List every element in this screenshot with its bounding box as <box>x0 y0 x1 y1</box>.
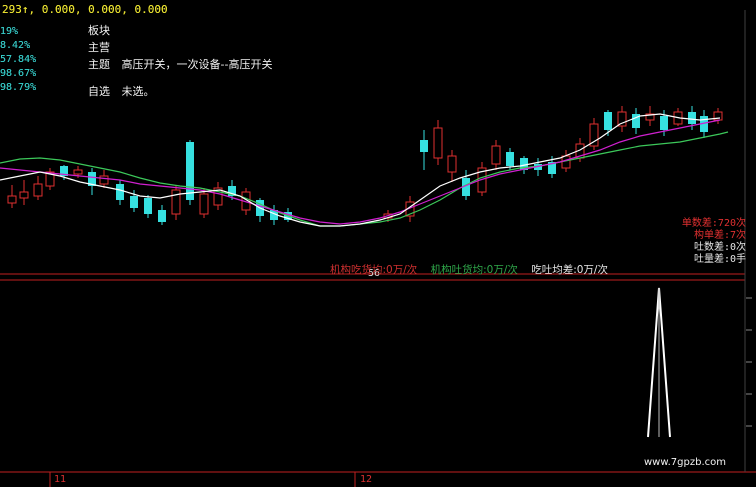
left-percentage-column: 19% 8.42% 57.84% 98.67% 98.79% <box>0 26 60 96</box>
pct-value: 98.79% <box>0 82 37 93</box>
info-value: 未选。 <box>121 85 155 98</box>
candle-body <box>33 183 43 197</box>
candle-body <box>73 169 83 175</box>
candle-body <box>506 152 514 166</box>
axis-label: 11 <box>54 474 67 485</box>
info-row-sector: 板块 <box>88 22 280 39</box>
info-value: 高压开关，一次设备--高压开关 <box>121 58 273 71</box>
candle-body <box>561 155 571 169</box>
stat-line: 吐量差:0手 <box>693 254 746 265</box>
time-axis: 11 12 <box>0 472 756 487</box>
candle-body <box>99 175 109 185</box>
axis-label: 12 <box>360 474 373 485</box>
candle-body <box>19 191 29 199</box>
pct-value: 19% <box>0 26 19 37</box>
candle-body <box>420 140 428 152</box>
info-row-theme: 主题 高压开关，一次设备--高压开关 <box>88 56 280 73</box>
candle-body <box>7 195 17 204</box>
candle-body <box>199 193 209 215</box>
order-stats-panel: 单数差:720次 构单差:7次 吐数差:0次 吐量差:0手 <box>682 218 746 266</box>
indicator-labels: 机构吃货均:0万/次 机构吐货均:0万/次 吃吐均差:0万/次 <box>330 262 618 277</box>
quote-summary-text: 293↑, 0.000, 0.000, 0.000 <box>2 3 168 16</box>
candle-body <box>186 142 194 200</box>
pct-value: 57.84% <box>0 54 37 65</box>
candle-body <box>130 196 138 208</box>
pct-value: 8.42% <box>0 40 31 51</box>
info-label: 主营 <box>88 41 110 54</box>
stat-line: 构单差:7次 <box>693 230 746 241</box>
candle-body <box>491 145 501 165</box>
indicator-label-diff: 吃吐均差:0万/次 <box>531 264 608 276</box>
right-axis-ticks <box>746 297 752 427</box>
stock-info-panel: 板块 主营 主题 高压开关，一次设备--高压开关 自选 未选。 <box>88 22 280 100</box>
indicator-label-buy: 机构吃货均:0万/次 <box>330 264 418 276</box>
pct-value: 98.67% <box>0 68 37 79</box>
info-label: 主题 <box>88 58 110 71</box>
candle-body <box>171 189 181 215</box>
candlestick-series <box>7 106 723 225</box>
info-label: 自选 <box>88 85 110 98</box>
stat-line: 吐数差:0次 <box>693 242 746 253</box>
info-row-watchlist: 自选 未选。 <box>88 83 280 100</box>
candle-body <box>660 116 668 130</box>
candle-body <box>604 112 612 130</box>
stat-line: 单数差:720次 <box>681 218 746 229</box>
candle-body <box>447 155 457 173</box>
indicator-label-sell: 机构吐货均:0万/次 <box>430 264 518 276</box>
candle-body <box>433 127 443 159</box>
candle-body <box>116 184 124 200</box>
info-row-business: 主营 <box>88 39 280 56</box>
candle-body <box>144 198 152 214</box>
info-label: 板块 <box>88 24 110 37</box>
candle-body <box>688 112 696 124</box>
moving-average-line-magenta <box>0 119 721 225</box>
watermark-text: www.7gpzb.com <box>640 456 730 469</box>
candle-body <box>158 210 166 222</box>
